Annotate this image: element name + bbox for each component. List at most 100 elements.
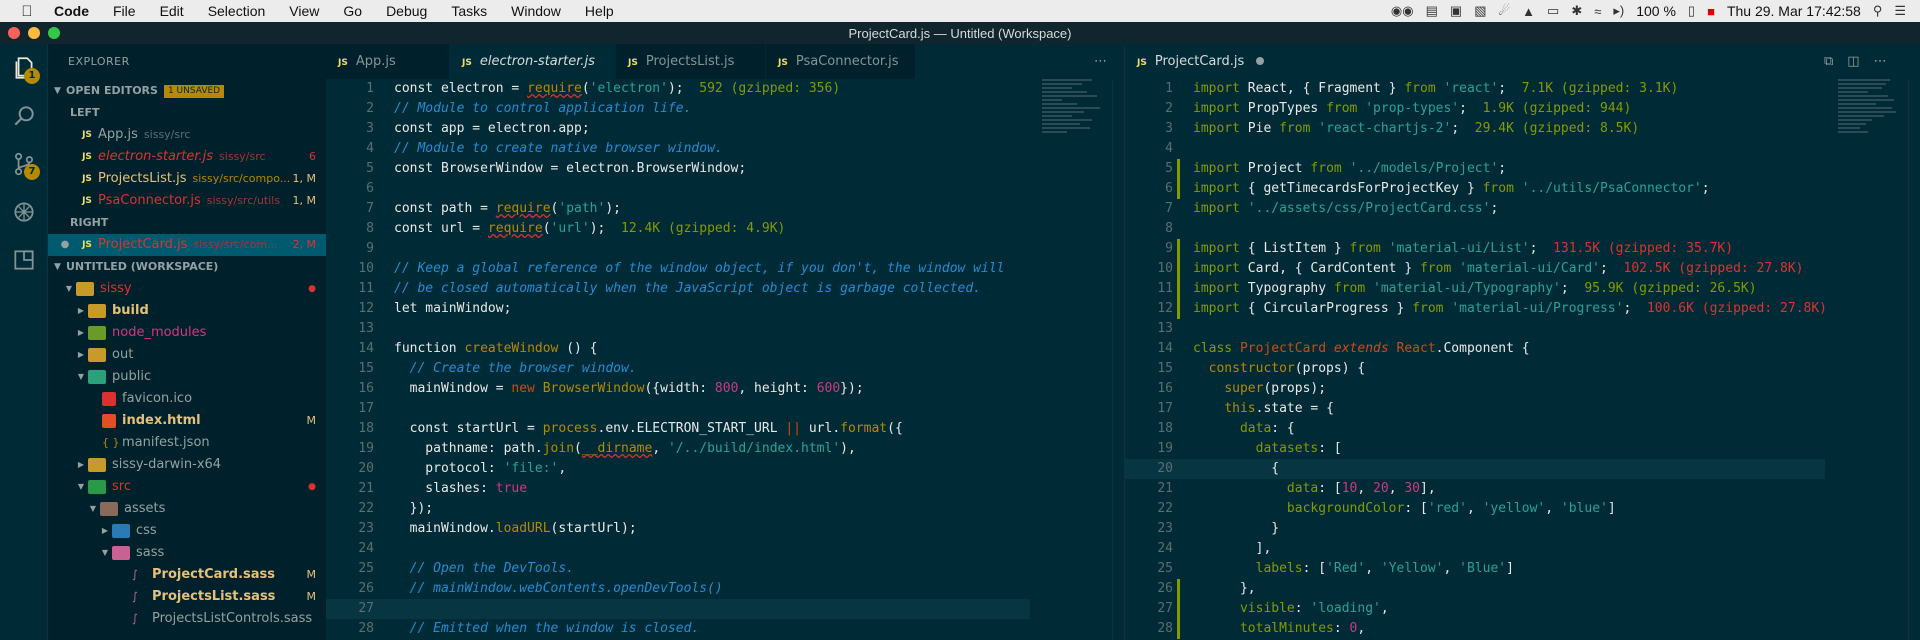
tree-folder-src[interactable]: ▼ src ● <box>48 476 326 498</box>
more-actions-icon[interactable]: ⋯ <box>1094 54 1107 69</box>
tree-folder-assets[interactable]: ▼ assets <box>48 498 326 520</box>
js-file-icon: JS <box>778 58 788 68</box>
open-editor-item[interactable]: JS PsaConnector.js sissy/src/utils 1, M <box>48 190 326 212</box>
glasses-icon[interactable]: ◉◉ <box>1391 3 1414 19</box>
code-token: require <box>487 221 543 236</box>
open-changes-icon[interactable]: ⧉ <box>1824 54 1833 69</box>
tree-file-manifest[interactable]: { } manifest.json <box>48 432 326 454</box>
battery-percentage[interactable]: 100 % <box>1636 3 1676 19</box>
code-token: import '../assets/css/ProjectCard.css'; <box>1193 199 1498 219</box>
activity-extensions[interactable] <box>0 236 48 284</box>
open-editor-item[interactable]: ● JS ProjectCard.js sissy/src/com... 2, … <box>48 234 326 256</box>
hat-icon[interactable]: ▲ <box>1522 4 1535 19</box>
code-line: 2 // Module to control application life. <box>326 99 1124 119</box>
menu-edit[interactable]: Edit <box>148 3 196 19</box>
code-token: ] <box>1607 501 1616 516</box>
close-window-button[interactable] <box>8 27 20 39</box>
code-token: '../models/Project' <box>1349 161 1499 176</box>
workspace-section[interactable]: ▼ UNTITLED (WORKSPACE) <box>48 256 326 278</box>
split-editor-icon[interactable]: ◫ <box>1847 54 1859 69</box>
more-actions-icon[interactable]: ⋯ <box>1874 54 1887 69</box>
spotlight-search-icon[interactable]: ⚲ <box>1873 3 1883 19</box>
tab-app-js[interactable]: JS App.js <box>326 44 450 79</box>
tree-file-projectslist-sass[interactable]: ∫ ProjectsList.sass M <box>48 586 326 608</box>
code-token: import { ListItem } from 'material-ui/Li… <box>1193 239 1733 259</box>
bluetooth-icon[interactable]: ✱ <box>1571 3 1582 19</box>
line-number: 20 <box>358 461 374 476</box>
right-editor[interactable]: 1 import React, { Fragment } from 'react'… <box>1124 79 1920 640</box>
menu-tasks[interactable]: Tasks <box>439 3 499 19</box>
volume-icon[interactable]: ▸) <box>1613 3 1624 19</box>
clock[interactable]: Thu 29. Mar 17:42:58 <box>1727 3 1861 19</box>
tree-folder-build[interactable]: ▶ build <box>48 300 326 322</box>
tree-file-projectcard-sass[interactable]: ∫ ProjectCard.sass M <box>48 564 326 586</box>
tree-folder-node-modules[interactable]: ▶ node_modules <box>48 322 326 344</box>
menu-selection[interactable]: Selection <box>196 3 278 19</box>
line-number: 26 <box>358 581 374 596</box>
tab-projectslist-js[interactable]: JS ProjectsList.js <box>616 44 766 79</box>
open-editors-section[interactable]: ▼ OPEN EDITORS 1 UNSAVED <box>48 80 326 102</box>
menu-help[interactable]: Help <box>573 3 626 19</box>
activity-search[interactable] <box>0 92 48 140</box>
maximize-window-button[interactable] <box>48 27 60 39</box>
code-line: 2 import PropTypes from 'prop-types'; 1.9… <box>1125 99 1920 119</box>
clipboard-icon[interactable]: ▤ <box>1426 3 1438 19</box>
line-number: 5 <box>366 161 374 176</box>
chevron-right-icon: ▶ <box>77 460 85 469</box>
tree-folder-sissy[interactable]: ▼ sissy ● <box>48 278 326 300</box>
activity-source-control[interactable]: 7 <box>0 140 48 188</box>
activity-explorer[interactable]: 1 <box>0 44 48 92</box>
code-token: const url = <box>394 221 488 236</box>
code-line: 6 import { getTimecardsForProjectKey } fr… <box>1125 179 1920 199</box>
apple-menu-icon[interactable]:  <box>12 3 42 20</box>
minimap-line <box>1838 131 1868 133</box>
code-token: 29.4K (gzipped: 8.5K) <box>1474 121 1640 136</box>
code-token: const BrowserWindow = electron.BrowserWi… <box>394 161 747 176</box>
menu-window[interactable]: Window <box>499 3 573 19</box>
folder-icon <box>76 282 94 296</box>
archive-icon[interactable]: ▧ <box>1474 3 1486 19</box>
wifi-icon[interactable]: ≈ <box>1594 4 1601 19</box>
menu-go[interactable]: Go <box>331 3 374 19</box>
vertical-scrollbar[interactable] <box>1908 79 1920 640</box>
menu-app[interactable]: Code <box>42 3 101 19</box>
sass-file-icon: ∫ <box>132 612 138 625</box>
open-editor-path: sissy/src <box>219 150 266 163</box>
code-token: }); <box>394 501 434 516</box>
tree-file-index-html[interactable]: index.html M <box>48 410 326 432</box>
tab-projectcard-js[interactable]: JS ProjectCard.js <box>1125 44 1275 79</box>
notes-icon[interactable]: ▣ <box>1450 3 1462 19</box>
left-editor[interactable]: 1 const electron = require('electron'); 5… <box>326 79 1124 640</box>
battery-icon[interactable]: ▯ <box>1688 3 1695 19</box>
menu-view[interactable]: View <box>277 3 331 19</box>
dirty-dot-icon[interactable]: ● <box>54 234 76 256</box>
tab-electron-starter-js[interactable]: JS electron-starter.js <box>450 44 616 79</box>
tree-file-favicon[interactable]: favicon.ico <box>48 388 326 410</box>
airplay-icon[interactable]: ▭ <box>1547 3 1559 19</box>
notification-center-icon[interactable]: ☰ <box>1894 3 1906 19</box>
code-line: 4 <box>1125 139 1920 159</box>
headphones-icon[interactable]: ☄ <box>1498 3 1510 19</box>
tree-folder-css[interactable]: ▶ css <box>48 520 326 542</box>
tree-folder-out[interactable]: ▶ out <box>48 344 326 366</box>
unsaved-dot-icon[interactable] <box>1256 57 1265 65</box>
tree-file-projectslistcontrols-sass[interactable]: ∫ ProjectsListControls.sass <box>48 608 326 630</box>
menu-debug[interactable]: Debug <box>374 3 439 19</box>
minimap[interactable] <box>1838 79 1898 199</box>
tree-folder-public[interactable]: ▼ public <box>48 366 326 388</box>
vertical-scrollbar[interactable] <box>1112 79 1124 640</box>
public-folder-icon <box>88 370 106 384</box>
tree-folder-sass[interactable]: ▼ sass <box>48 542 326 564</box>
open-editor-item[interactable]: JS ProjectsList.js sissy/src/compo... 1,… <box>48 168 326 190</box>
activity-debug[interactable] <box>0 188 48 236</box>
code-token: Project <box>1247 161 1311 176</box>
code-line-current: 27 <box>326 599 1030 619</box>
minimap[interactable] <box>1042 79 1102 199</box>
open-editor-item[interactable]: JS electron-starter.js sissy/src 6 <box>48 146 326 168</box>
menu-file[interactable]: File <box>101 3 148 19</box>
minimize-window-button[interactable] <box>28 27 40 39</box>
tab-psaconnector-js[interactable]: JS PsaConnector.js <box>766 44 916 79</box>
open-editor-item[interactable]: JS App.js sissy/src <box>48 124 326 146</box>
flag-icon[interactable]: ■ <box>1707 4 1715 19</box>
tree-folder-sissy-darwin[interactable]: ▶ sissy-darwin-x64 <box>48 454 326 476</box>
